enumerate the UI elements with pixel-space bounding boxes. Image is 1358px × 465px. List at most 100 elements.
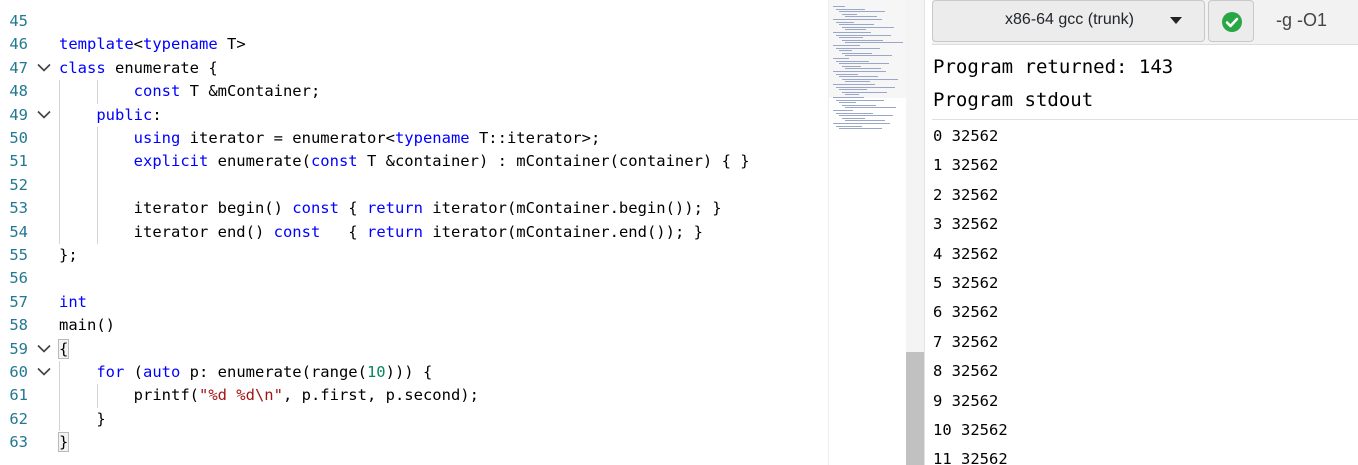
minimap-line [833,123,890,124]
line-number: 60 [9,363,28,381]
line-number: 59 [9,339,28,358]
code-line[interactable]: 60 for (auto p: enumerate(range(10))) { [0,361,828,384]
minimap-line [839,128,882,130]
code-line[interactable]: 47 class enumerate { [0,57,828,80]
code-line[interactable]: 62 } [0,408,828,431]
code-line[interactable]: 50 using iterator = enumerator<typename … [0,127,828,150]
fold-chevron-icon[interactable] [34,338,54,361]
code-text: class enumerate { [59,58,218,77]
minimap-line [839,24,874,26]
indent-guide [97,384,98,408]
compiler-toolbar: x86-64 gcc (trunk) -g -O1 [932,0,1358,45]
code-text: } [57,432,70,453]
line-number: 45 [9,12,28,30]
line-number: 50 [9,129,28,147]
minimap-line [842,104,876,106]
minimap-line [836,125,862,127]
code-text: public: [96,105,162,124]
minimap-line [839,102,856,104]
minimap-line [833,58,849,59]
line-number: 49 [9,105,28,124]
minimap-line [836,34,891,36]
code-text: { [57,338,70,359]
code-line[interactable]: 48 const T &mContainer; [0,80,828,103]
minimap-line [839,89,867,91]
line-number: 56 [9,269,28,288]
code-line[interactable]: 46 template<typename T> [0,33,828,56]
code-line[interactable]: 58 main() [0,314,828,337]
code-line[interactable]: 56 [0,267,828,290]
editor-scrollbar-thumb[interactable] [906,352,924,465]
code-line[interactable]: 45 [0,10,828,33]
minimap-line [833,97,864,98]
line-number: 47 [9,58,28,77]
fold-chevron-icon[interactable] [34,57,54,80]
minimap-line [836,60,869,62]
minimap-line [836,99,884,101]
minimap-line [836,47,880,49]
stdout-line: 0 32562 [933,127,999,145]
minimap-line [845,120,885,122]
editor-scrollbar[interactable] [906,0,924,465]
chevron-down-icon [1170,17,1182,24]
minimap-line [842,65,861,67]
line-number: 53 [9,199,28,218]
code-text: iterator end() const { return iterator(m… [59,222,703,241]
minimap-line [833,110,853,111]
line-number: 51 [9,152,28,171]
minimap-line [842,117,865,119]
check-circle-icon [1222,12,1242,32]
code-text: main() [59,316,115,335]
minimap-line [833,32,871,33]
output-panel: Program returned: 143 Program stdout 0 3… [932,52,1358,465]
compiler-options[interactable]: -g -O1 [1276,10,1327,31]
stdout-line: 8 32562 [933,362,999,381]
code-line[interactable]: 59 { [0,338,828,361]
code-text: } [59,409,106,428]
minimap-line [845,94,859,96]
code-line[interactable]: 54 iterator end() const { return iterato… [0,221,828,244]
stdout-line: 1 32562 [933,156,999,175]
code-line[interactable]: 55}; [0,244,828,267]
code-line[interactable]: 57 int [0,291,828,314]
minimap-line [833,84,875,85]
code-line[interactable]: 49 public: [0,104,828,127]
line-number: 58 [9,316,28,335]
minimap-line [839,11,885,13]
code-line[interactable]: 52 [0,174,828,197]
minimap-line [836,86,895,88]
code-line[interactable]: 53 iterator begin() const { return itera… [0,197,828,220]
minimap-line [836,73,858,75]
minimap-line [833,6,845,7]
code-editor[interactable]: 45 46 template<typename T> 47 class enumerat… [0,0,828,465]
indent-guide [97,80,98,104]
code-text: for (auto p: enumerate(range(10))) { [96,363,433,381]
code-line[interactable]: 61 printf("%d %d\n", p.first, p.second); [0,384,828,407]
code-text: }; [59,246,78,264]
code-line[interactable]: 63} [0,431,828,454]
line-number: 61 [9,386,28,405]
line-number: 46 [9,35,28,54]
minimap-line [845,68,881,70]
line-number: 48 [9,82,28,101]
fold-chevron-icon[interactable] [34,104,54,127]
minimap[interactable] [828,0,907,465]
compiler-name: x86-64 gcc (trunk) [1005,11,1134,28]
stdout-line: 10 32562 [933,421,1008,439]
fold-chevron-icon[interactable] [34,361,54,384]
code-text: explicit enumerate(const T &container) :… [133,152,750,171]
minimap-line [839,115,893,117]
minimap-line [839,63,889,65]
minimap-line [842,78,898,80]
minimap-line [839,50,852,52]
minimap-line [839,76,878,78]
compiler-select[interactable]: x86-64 gcc (trunk) [932,0,1205,42]
line-number: 55 [9,246,28,264]
code-line[interactable]: 51 explicit enumerate(const T &container… [0,150,828,173]
compile-status-button[interactable] [1208,0,1254,42]
minimap-line [836,112,873,114]
code-text: using iterator = enumerator<typename T::… [133,129,601,147]
code-text: const T &mContainer; [133,82,321,101]
minimap-line [845,16,877,18]
stdout-label: Program stdout [933,89,1094,111]
